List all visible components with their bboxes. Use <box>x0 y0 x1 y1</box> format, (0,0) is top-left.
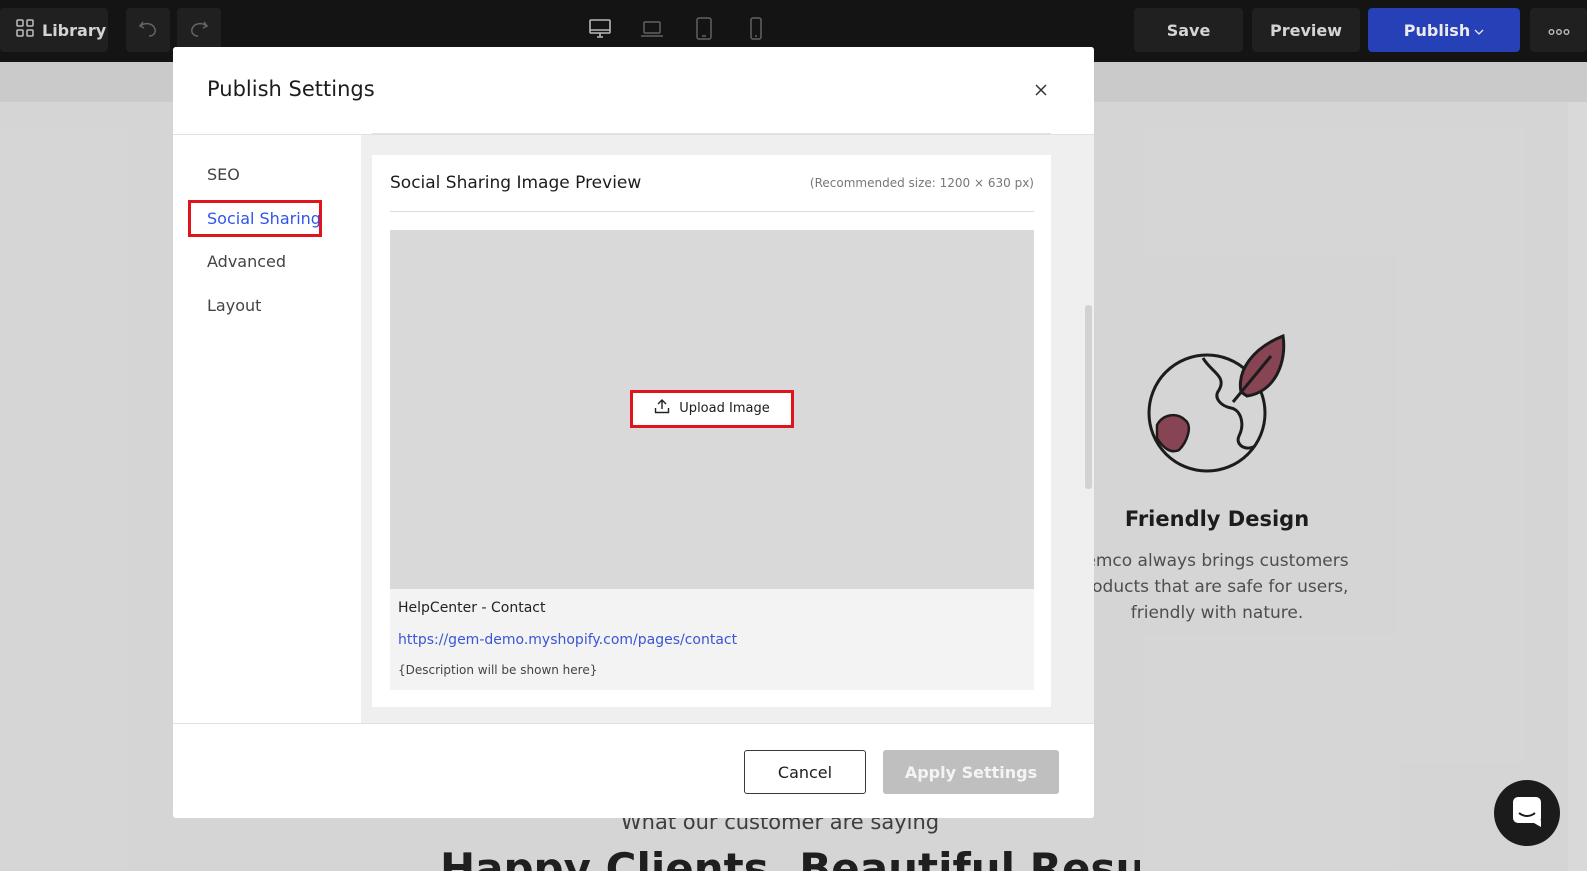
redo-button[interactable] <box>177 8 221 52</box>
library-button[interactable]: Library <box>0 8 108 52</box>
modal-scrollbar[interactable] <box>1085 305 1092 489</box>
share-page-title: HelpCenter - Contact <box>398 600 546 616</box>
feature-text: emco always brings customers roducts tha… <box>1085 551 1349 623</box>
mobile-view-button[interactable] <box>739 14 773 48</box>
modal-body: SEO Social Sharing Advanced Layout Socia… <box>173 125 1094 723</box>
laptop-view-button[interactable] <box>635 14 669 48</box>
eco-globe-leaf-icon <box>1145 330 1290 475</box>
nav-item-advanced[interactable]: Advanced <box>207 252 286 271</box>
share-page-url[interactable]: https://gem-demo.myshopify.com/pages/con… <box>398 632 737 648</box>
close-button[interactable] <box>1028 78 1054 104</box>
publish-settings-modal: Publish Settings SEO Social Sharing Adva… <box>173 47 1094 818</box>
image-preview-area[interactable]: Upload Image <box>390 230 1034 589</box>
library-label: Library <box>42 20 107 40</box>
close-icon <box>1034 82 1048 101</box>
highlight-social-sharing <box>188 200 322 237</box>
undo-icon <box>137 17 159 43</box>
mobile-icon <box>747 17 765 45</box>
nav-item-seo[interactable]: SEO <box>207 165 240 184</box>
modal-title: Publish Settings <box>207 77 375 101</box>
card-divider <box>390 211 1034 212</box>
desktop-view-button[interactable] <box>583 14 617 48</box>
desktop-icon <box>588 18 612 44</box>
section-heading: Happy Clients, Beautiful Result <box>440 844 1140 871</box>
more-options-button[interactable] <box>1530 8 1587 52</box>
feature-title: Friendly Design <box>1124 507 1310 531</box>
recommended-size-hint: (Recommended size: 1200 × 630 px) <box>809 176 1034 190</box>
publish-label: Publish <box>1403 20 1471 40</box>
publish-button[interactable]: Publish <box>1368 8 1520 52</box>
preview-button[interactable]: Preview <box>1252 8 1360 52</box>
laptop-icon <box>640 18 664 44</box>
tablet-icon <box>694 17 714 45</box>
more-icon <box>1548 21 1570 40</box>
previous-card-edge <box>372 125 1051 134</box>
settings-content: Social Sharing Image Preview (Recommende… <box>361 125 1094 723</box>
undo-button[interactable] <box>126 8 170 52</box>
highlight-upload-image <box>630 390 794 428</box>
chat-icon <box>1510 794 1544 832</box>
tablet-view-button[interactable] <box>687 14 721 48</box>
modal-footer: Cancel Apply Settings <box>173 723 1094 818</box>
page-scrollbar[interactable] <box>1568 102 1587 871</box>
modal-header: Publish Settings <box>173 47 1094 135</box>
cancel-button[interactable]: Cancel <box>744 750 866 794</box>
card-title: Social Sharing Image Preview <box>390 173 642 193</box>
nav-item-layout[interactable]: Layout <box>207 296 261 315</box>
share-description: {Description will be shown here} <box>398 663 598 677</box>
chevron-down-icon <box>1474 21 1484 40</box>
social-image-card: Social Sharing Image Preview (Recommende… <box>372 155 1051 707</box>
redo-icon <box>188 17 210 43</box>
save-button[interactable]: Save <box>1134 8 1243 52</box>
chat-launcher-button[interactable] <box>1494 780 1560 846</box>
grid-icon <box>16 19 34 41</box>
apply-settings-button[interactable]: Apply Settings <box>883 750 1059 794</box>
share-preview-meta: HelpCenter - Contact https://gem-demo.my… <box>390 589 1034 690</box>
